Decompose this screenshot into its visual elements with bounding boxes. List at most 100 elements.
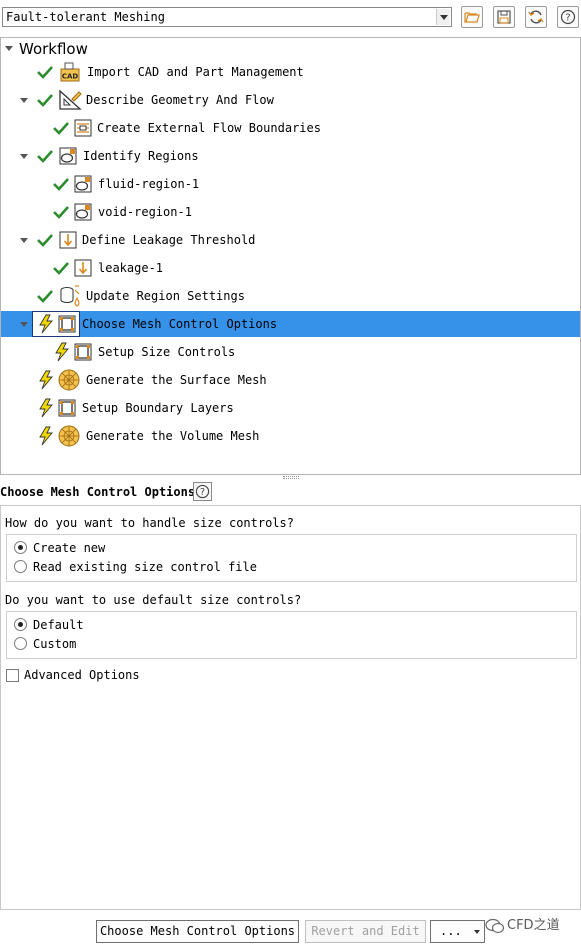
task-options-panel: How do you want to handle size controls?… xyxy=(0,505,581,910)
leakage-icon xyxy=(74,259,92,277)
region-settings-icon xyxy=(60,285,80,307)
tree-item-import-cad[interactable]: CAD Import CAD and Part Management xyxy=(1,59,580,85)
svg-text:?: ? xyxy=(200,487,205,498)
tree-item-leakage-1[interactable]: leakage-1 xyxy=(1,255,580,281)
chevron-down-icon[interactable] xyxy=(20,154,28,159)
tree-item-label: Update Region Settings xyxy=(86,289,245,303)
svg-text:CAD: CAD xyxy=(62,73,79,81)
task-help-button[interactable]: ? xyxy=(193,482,212,501)
svg-text:?: ? xyxy=(565,13,570,24)
size-controls-question: How do you want to handle size controls? xyxy=(5,516,294,530)
more-actions-label: ... xyxy=(440,924,462,938)
tree-item-update-region-settings[interactable]: Update Region Settings xyxy=(1,283,580,309)
lightning-icon xyxy=(39,370,53,390)
cad-import-icon: CAD xyxy=(60,62,80,82)
boundaries-icon xyxy=(74,119,92,137)
check-icon xyxy=(53,122,69,135)
tree-item-label: void-region-1 xyxy=(98,205,192,219)
tree-item-void-region[interactable]: void-region-1 xyxy=(1,199,580,225)
radio-button[interactable] xyxy=(14,637,27,650)
tree-item-describe-geometry[interactable]: Describe Geometry And Flow xyxy=(1,87,580,113)
geometry-icon xyxy=(59,89,82,110)
chevron-down-icon[interactable] xyxy=(20,238,28,243)
region-icon xyxy=(74,203,92,221)
check-icon xyxy=(37,150,53,163)
lightning-icon xyxy=(55,342,69,362)
tree-item-external-boundaries[interactable]: Create External Flow Boundaries xyxy=(1,115,580,141)
advanced-options-label: Advanced Options xyxy=(24,668,140,682)
tree-item-boundary-layers[interactable]: Setup Boundary Layers xyxy=(1,395,580,421)
tree-item-fluid-region[interactable]: fluid-region-1 xyxy=(1,171,580,197)
revert-and-edit-button[interactable]: Revert and Edit xyxy=(305,920,426,943)
help-icon: ? xyxy=(560,9,576,25)
check-icon xyxy=(53,262,69,275)
radio-label: Custom xyxy=(33,637,77,651)
check-icon xyxy=(37,66,53,79)
check-icon xyxy=(53,178,69,191)
radio-button-checked[interactable] xyxy=(14,618,27,631)
tree-root-label: Workflow xyxy=(19,40,88,58)
radio-label: Read existing size control file xyxy=(33,560,257,574)
radio-button-checked[interactable] xyxy=(14,541,27,554)
radio-default[interactable]: Default xyxy=(14,616,414,634)
help-icon: ? xyxy=(195,484,210,499)
region-icon xyxy=(74,175,92,193)
tree-item-leakage-threshold[interactable]: Define Leakage Threshold xyxy=(1,227,580,253)
chevron-down-icon[interactable] xyxy=(20,98,28,103)
chevron-down-icon xyxy=(474,930,480,934)
watermark-text: CFD之道 xyxy=(507,918,560,933)
radio-label: Create new xyxy=(33,541,106,555)
open-button[interactable] xyxy=(461,6,483,28)
check-icon xyxy=(53,206,69,219)
workflow-type-value: Fault-tolerant Meshing xyxy=(6,10,165,24)
radio-create-new[interactable]: Create new xyxy=(14,539,414,557)
help-button[interactable]: ? xyxy=(557,6,579,28)
tree-item-label: Define Leakage Threshold xyxy=(82,233,256,247)
tree-item-setup-size-controls[interactable]: Setup Size Controls xyxy=(1,339,580,365)
check-icon xyxy=(37,290,53,303)
mesh-control-icon xyxy=(58,315,76,333)
more-actions-button[interactable]: ... xyxy=(430,920,485,943)
toolbar: Fault-tolerant Meshing ? xyxy=(0,0,581,34)
region-icon xyxy=(59,147,77,165)
advanced-options-checkbox[interactable] xyxy=(6,669,19,682)
refresh-button[interactable] xyxy=(525,6,547,28)
refresh-icon xyxy=(528,10,544,24)
radio-read-existing[interactable]: Read existing size control file xyxy=(14,558,414,576)
splitter-grip[interactable] xyxy=(283,476,299,479)
tree-item-label: Import CAD and Part Management xyxy=(87,65,304,79)
save-button[interactable] xyxy=(493,6,515,28)
chevron-down-icon[interactable] xyxy=(5,46,13,51)
check-icon xyxy=(37,234,53,247)
wechat-icon xyxy=(485,918,505,934)
choose-mesh-control-button[interactable]: Choose Mesh Control Options xyxy=(96,920,299,943)
tree-root-workflow[interactable]: Workflow xyxy=(1,38,201,60)
default-size-question: Do you want to use default size controls… xyxy=(5,593,302,607)
leakage-icon xyxy=(59,231,77,249)
tree-item-label: Create External Flow Boundaries xyxy=(97,121,321,135)
tree-item-label: Choose Mesh Control Options xyxy=(82,317,278,331)
mesh-control-icon xyxy=(74,343,92,361)
tree-item-identify-regions[interactable]: Identify Regions xyxy=(1,143,580,169)
chevron-down-icon[interactable] xyxy=(436,9,450,25)
tree-item-label: Identify Regions xyxy=(83,149,199,163)
chevron-down-icon[interactable] xyxy=(20,322,28,327)
tree-item-label: leakage-1 xyxy=(98,261,164,275)
workflow-type-select[interactable]: Fault-tolerant Meshing xyxy=(2,7,452,27)
watermark: CFD之道 xyxy=(485,915,581,937)
radio-button[interactable] xyxy=(14,560,27,573)
size-controls-group: Create new Read existing size control fi… xyxy=(6,534,577,582)
radio-label: Default xyxy=(33,618,84,632)
radio-custom[interactable]: Custom xyxy=(14,635,414,653)
tree-item-label: Describe Geometry And Flow xyxy=(86,93,274,107)
tree-item-volume-mesh[interactable]: Generate the Volume Mesh xyxy=(1,423,580,449)
tree-item-surface-mesh[interactable]: Generate the Surface Mesh xyxy=(1,367,580,393)
tree-item-label: Setup Boundary Layers xyxy=(82,401,234,415)
workflow-tree: Workflow CAD Import CAD and Part Managem… xyxy=(0,37,581,475)
check-icon xyxy=(37,94,53,107)
tree-item-label: fluid-region-1 xyxy=(98,177,200,191)
tree-item-choose-mesh-control[interactable]: Choose Mesh Control Options xyxy=(1,311,580,337)
tree-item-label: Generate the Volume Mesh xyxy=(86,429,260,443)
default-size-group: Default Custom xyxy=(6,611,577,659)
lightning-icon xyxy=(39,398,53,418)
